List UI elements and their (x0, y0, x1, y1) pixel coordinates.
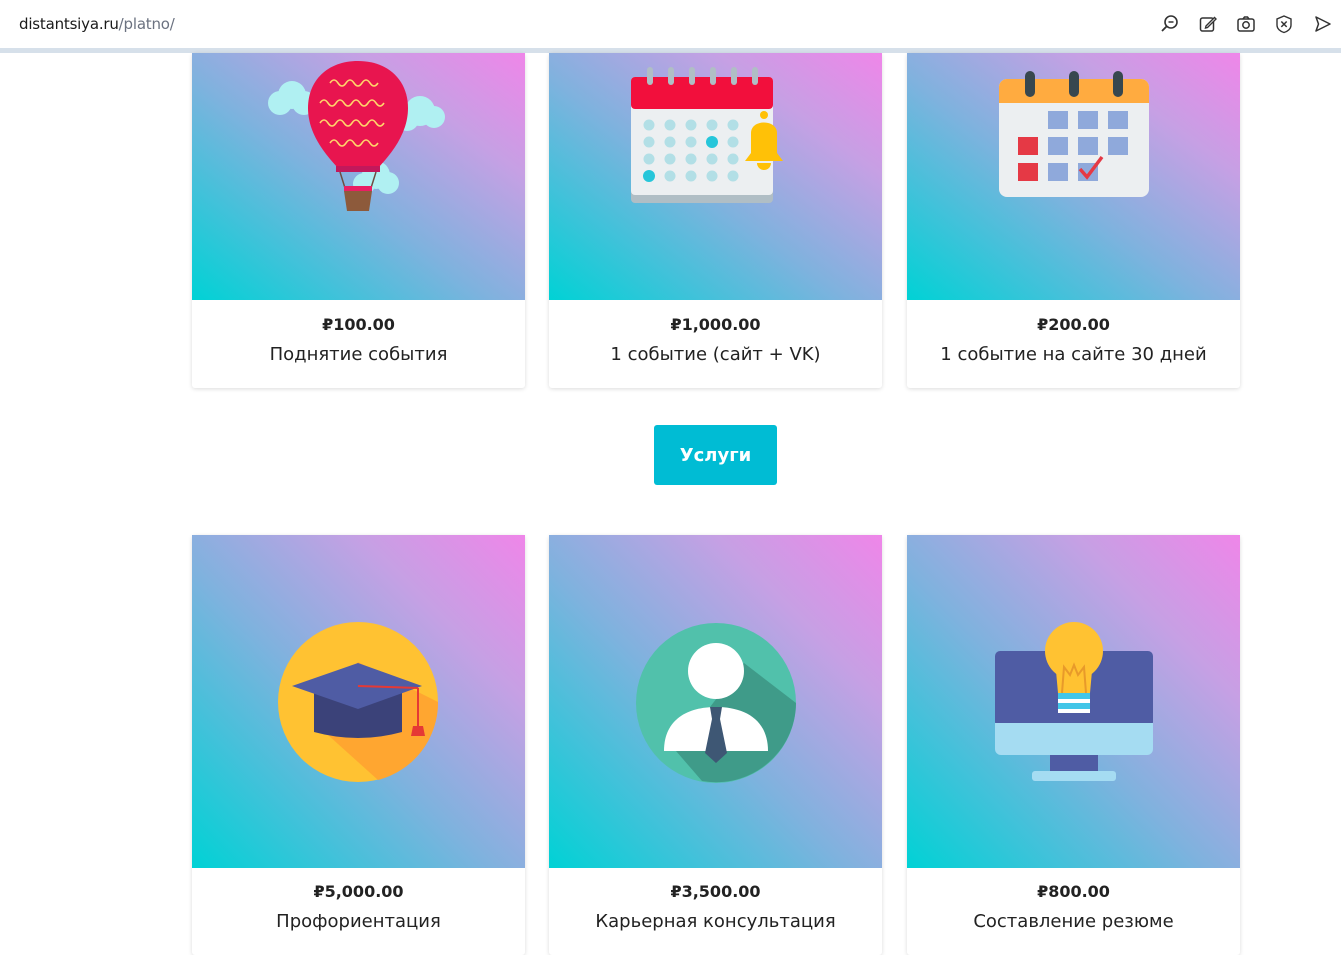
user-consultant-icon (636, 623, 796, 783)
service-price: ₽5,000.00 (313, 882, 404, 901)
product-title[interactable]: 1 событие (сайт + VK) (549, 344, 882, 365)
product-title[interactable]: 1 событие на сайте 30 дней (907, 344, 1240, 365)
card-image (907, 53, 1240, 300)
toolbar-icons (1151, 12, 1341, 36)
card-image (549, 53, 882, 300)
service-card[interactable]: ₽800.00 Составление резюме (907, 535, 1240, 955)
service-card[interactable]: ₽5,000.00 Профориентация (192, 535, 525, 955)
product-price: ₽100.00 (322, 315, 395, 334)
product-price: ₽1,000.00 (670, 315, 761, 334)
service-title[interactable]: Составление резюме (907, 911, 1240, 932)
product-title[interactable]: Поднятие события (192, 344, 525, 365)
service-price: ₽3,500.00 (670, 882, 761, 901)
send-icon[interactable] (1303, 12, 1341, 36)
graduation-cap-icon (278, 622, 438, 782)
edit-icon[interactable] (1189, 12, 1227, 36)
monitor-lightbulb-icon (995, 622, 1153, 781)
services-button[interactable]: Услуги (654, 425, 777, 485)
url-domain: distantsiya.ru (19, 15, 119, 33)
product-card[interactable]: ₽1,000.00 1 событие (сайт + VK) (549, 53, 882, 388)
address-bar[interactable]: distantsiya.ru/platno/ (19, 15, 175, 33)
card-image (549, 535, 882, 868)
product-card[interactable]: ₽100.00 Поднятие события (192, 53, 525, 388)
card-image (907, 535, 1240, 868)
service-title[interactable]: Карьерная консультация (549, 911, 882, 932)
calendar-bell-icon (631, 67, 783, 203)
service-title[interactable]: Профориентация (192, 911, 525, 932)
calendar-check-icon (999, 71, 1149, 197)
service-price: ₽800.00 (1037, 882, 1110, 901)
browser-toolbar: distantsiya.ru/platno/ (0, 0, 1341, 48)
zoom-icon[interactable] (1151, 12, 1189, 36)
close-circle-icon[interactable] (1265, 12, 1303, 36)
camera-icon[interactable] (1227, 12, 1265, 36)
hot-air-balloon-icon (268, 61, 445, 211)
service-card[interactable]: ₽3,500.00 Карьерная консультация (549, 535, 882, 955)
product-card[interactable]: ₽200.00 1 событие на сайте 30 дней (907, 53, 1240, 388)
url-path: /platno/ (118, 15, 175, 33)
card-image (192, 535, 525, 868)
card-image (192, 53, 525, 300)
product-price: ₽200.00 (1037, 315, 1110, 334)
